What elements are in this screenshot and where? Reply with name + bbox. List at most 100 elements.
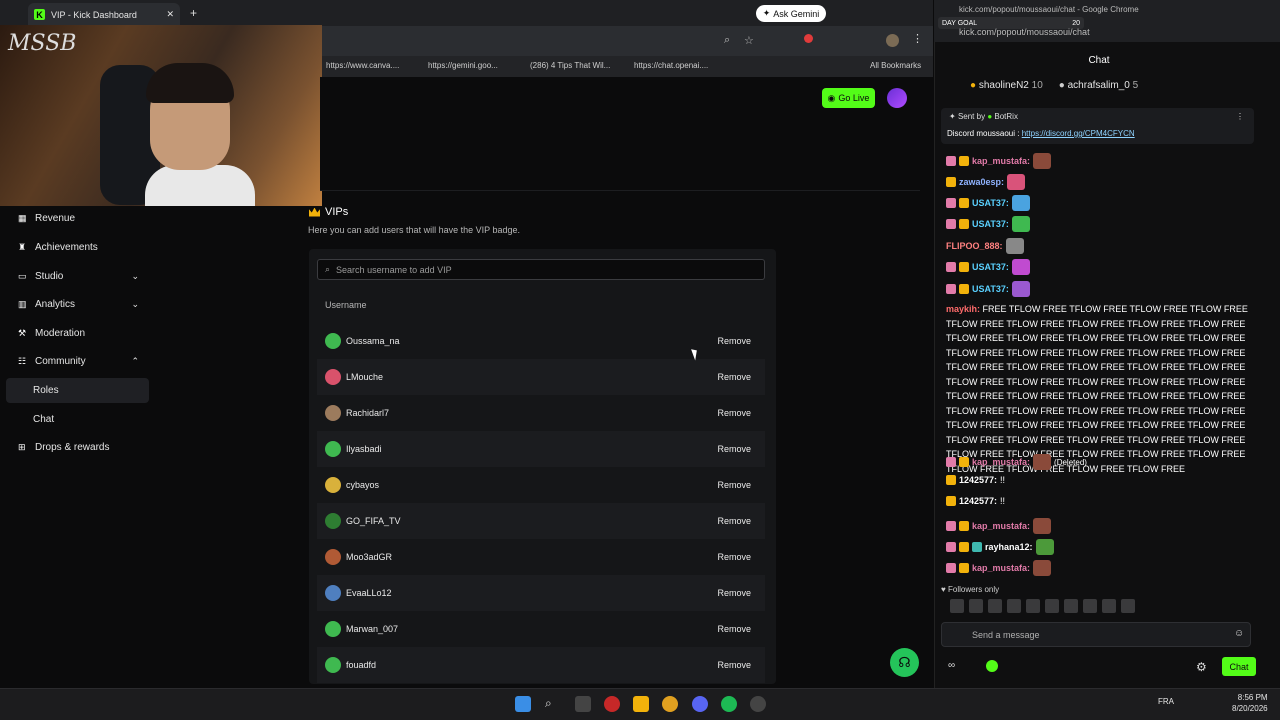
- ask-gemini-button[interactable]: ✦ Ask Gemini: [756, 5, 826, 22]
- bookmark-gemini[interactable]: https://gemini.goo...: [428, 61, 498, 70]
- chat-username[interactable]: zawa0esp:: [959, 177, 1004, 187]
- bookmark-canva[interactable]: https://www.canva....: [326, 61, 399, 70]
- emote-icon[interactable]: [1007, 599, 1021, 613]
- emote-icon[interactable]: [1045, 599, 1059, 613]
- vip-search-input[interactable]: ⌕ Search username to add VIP: [317, 259, 765, 280]
- windows-start-icon[interactable]: [515, 696, 531, 712]
- medal-icon: ●: [970, 80, 977, 91]
- remove-button[interactable]: Remove: [717, 516, 751, 526]
- folder-icon[interactable]: [633, 696, 649, 712]
- chat-username[interactable]: USAT37:: [972, 219, 1009, 229]
- go-live-button[interactable]: ◉ Go Live: [822, 88, 875, 108]
- chat-username[interactable]: maykih:: [946, 304, 980, 314]
- extension-icon[interactable]: [804, 34, 813, 43]
- emoji-icon[interactable]: ☺: [1234, 628, 1244, 639]
- emote-icon[interactable]: [1083, 599, 1097, 613]
- chat-send-button[interactable]: Chat: [1222, 657, 1256, 676]
- sidebar-item-community[interactable]: ☷ Community ⌃: [6, 349, 149, 374]
- star-icon[interactable]: ☆: [744, 34, 754, 47]
- discord-icon[interactable]: [692, 696, 708, 712]
- menu-icon[interactable]: ⋮: [912, 32, 923, 45]
- chat-username[interactable]: USAT37:: [972, 284, 1009, 294]
- sidebar-item-studio[interactable]: ▭ Studio ⌄: [6, 264, 149, 289]
- app-icon[interactable]: [604, 696, 620, 712]
- browser-tab[interactable]: K VIP - Kick Dashboard ✕: [28, 3, 180, 26]
- chat-message-input[interactable]: Send a message: [941, 622, 1251, 647]
- spotify-icon[interactable]: [721, 696, 737, 712]
- bookmark-youtube[interactable]: (286) 4 Tips That Wil...: [530, 61, 610, 70]
- sidebar-item-achievements[interactable]: ♜ Achievements: [6, 235, 149, 260]
- remove-button[interactable]: Remove: [717, 408, 751, 418]
- sidebar-item-chat[interactable]: Chat: [6, 407, 149, 432]
- emote-icon: [1033, 560, 1052, 576]
- address-bar[interactable]: ⌕ ☆ ⋮: [320, 26, 933, 56]
- chat-username[interactable]: 1242577:: [959, 475, 997, 485]
- cam-logo: MSSB: [8, 31, 77, 56]
- all-bookmarks[interactable]: All Bookmarks: [870, 61, 921, 70]
- infinity-icon[interactable]: ∞: [948, 660, 955, 671]
- language-indicator[interactable]: FRA: [1158, 697, 1174, 706]
- badge-icon: [972, 542, 982, 552]
- search-icon[interactable]: ⌕: [545, 696, 561, 712]
- streamer-hair: [146, 63, 234, 103]
- avatar[interactable]: [887, 88, 907, 108]
- chat-message: kap_mustafa:: [946, 153, 1052, 169]
- emote-icon[interactable]: [1064, 599, 1078, 613]
- sidebar-item-analytics[interactable]: ▥ Analytics ⌄: [6, 292, 149, 317]
- sidebar-item-label: Chat: [33, 414, 55, 425]
- emote-icon[interactable]: [969, 599, 983, 613]
- chrome-icon[interactable]: [662, 696, 678, 712]
- app-icon[interactable]: [750, 696, 766, 712]
- emote-icon[interactable]: [950, 599, 964, 613]
- chat-username[interactable]: kap_mustafa:: [972, 563, 1030, 573]
- followers-only-label: Followers only: [947, 585, 1000, 594]
- pinned-link[interactable]: https://discord.gg/CPM4CFYCN: [1022, 129, 1135, 138]
- table-row: Moo3adGR Remove: [317, 539, 765, 575]
- sidebar-item-drops[interactable]: ⊞ Drops & rewards: [6, 435, 149, 460]
- zoom-icon[interactable]: ⌕: [724, 34, 730, 47]
- pin-toggle-icon[interactable]: ⋮: [1236, 112, 1244, 121]
- vip-username: GO_FIFA_TV: [346, 516, 401, 526]
- remove-button[interactable]: Remove: [717, 588, 751, 598]
- profile-icon[interactable]: [886, 34, 899, 47]
- remove-button[interactable]: Remove: [717, 444, 751, 454]
- emote-icon: [1007, 174, 1026, 190]
- kick-icon[interactable]: [986, 660, 998, 672]
- chat-username[interactable]: USAT37:: [972, 262, 1009, 272]
- remove-button[interactable]: Remove: [717, 336, 751, 346]
- sidebar: ▦ Revenue ♜ Achievements ▭ Studio ⌄ ▥ Analyti…: [0, 206, 160, 684]
- chat-username[interactable]: kap_mustafa:: [972, 156, 1030, 166]
- remove-button[interactable]: Remove: [717, 480, 751, 490]
- remove-button[interactable]: Remove: [717, 624, 751, 634]
- sidebar-item-moderation[interactable]: ⚒ Moderation: [6, 321, 149, 346]
- sidebar-item-revenue[interactable]: ▦ Revenue: [6, 206, 149, 231]
- emote-icon[interactable]: [1026, 599, 1040, 613]
- task-view-icon[interactable]: [575, 696, 591, 712]
- table-row: EvaaLLo12 Remove: [317, 575, 765, 611]
- chat-window-title: kick.com/popout/moussaoui/chat - Google …: [959, 5, 1139, 14]
- avatar: [325, 621, 341, 637]
- chat-username[interactable]: kap_mustafa:: [972, 521, 1030, 531]
- gear-icon[interactable]: ⚙: [1196, 660, 1207, 674]
- emote-icon: [1011, 259, 1030, 275]
- close-icon[interactable]: ✕: [166, 9, 174, 20]
- deleted-label: (Deleted): [1054, 457, 1087, 467]
- emote-icon[interactable]: [988, 599, 1002, 613]
- emote-icon[interactable]: [1102, 599, 1116, 613]
- remove-button[interactable]: Remove: [717, 660, 751, 670]
- bookmark-chatgpt[interactable]: https://chat.openai....: [634, 61, 708, 70]
- chat-username[interactable]: USAT37:: [972, 198, 1009, 208]
- new-tab-icon[interactable]: +: [190, 6, 197, 20]
- support-button[interactable]: ☊: [890, 648, 919, 677]
- chat-message: kap_mustafa: (Deleted): [946, 454, 1087, 470]
- chat-username[interactable]: 1242577:: [959, 496, 997, 506]
- chat-username[interactable]: rayhana12:: [985, 542, 1033, 552]
- remove-button[interactable]: Remove: [717, 552, 751, 562]
- avatar: [325, 477, 341, 493]
- sidebar-item-roles[interactable]: Roles: [6, 378, 149, 403]
- remove-button[interactable]: Remove: [717, 372, 751, 382]
- clock[interactable]: 8:56 PM 8/20/2026: [1232, 692, 1268, 714]
- chat-username[interactable]: kap_mustafa:: [972, 457, 1030, 467]
- emote-icon[interactable]: [1121, 599, 1135, 613]
- chat-username[interactable]: FLIPOO_888:: [946, 241, 1003, 251]
